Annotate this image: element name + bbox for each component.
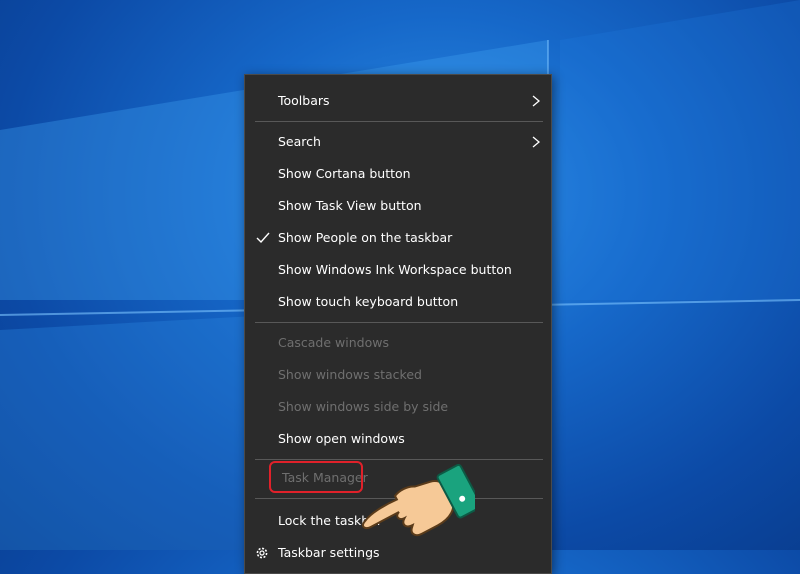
menu-separator — [255, 121, 543, 122]
menu-item-label: Show touch keyboard button — [278, 294, 459, 309]
menu-item-label: Show Windows Ink Workspace button — [278, 262, 512, 277]
menu-item-cascade-windows[interactable]: Cascade windows — [245, 327, 551, 359]
menu-item-show-cortana-button[interactable]: Show Cortana button — [245, 158, 551, 190]
menu-item-label: Cascade windows — [278, 335, 389, 350]
menu-item-label: Show Cortana button — [278, 166, 411, 181]
menu-item-show-touch-keyboard[interactable]: Show touch keyboard button — [245, 286, 551, 318]
menu-item-show-windows-stacked[interactable]: Show windows stacked — [245, 359, 551, 391]
highlight-box — [269, 461, 363, 493]
menu-item-label: Show Task View button — [278, 198, 422, 213]
menu-item-label: Search — [278, 134, 321, 149]
menu-item-toolbars[interactable]: Toolbars — [245, 85, 551, 117]
chevron-right-icon — [532, 95, 541, 107]
menu-item-show-people[interactable]: Show People on the taskbar — [245, 222, 551, 254]
pointing-hand-icon — [362, 463, 475, 537]
menu-item-show-windows-side-by-side[interactable]: Show windows side by side — [245, 391, 551, 423]
menu-item-label: Toolbars — [278, 93, 330, 108]
menu-item-label: Show windows side by side — [278, 399, 449, 414]
menu-item-show-windows-ink-workspace[interactable]: Show Windows Ink Workspace button — [245, 254, 551, 286]
checkmark-icon — [256, 232, 270, 244]
menu-item-show-open-windows[interactable]: Show open windows — [245, 423, 551, 455]
menu-item-show-task-view-button[interactable]: Show Task View button — [245, 190, 551, 222]
chevron-right-icon — [532, 136, 541, 148]
menu-item-label: Show People on the taskbar — [278, 230, 453, 245]
gear-icon — [256, 547, 268, 559]
menu-separator — [255, 322, 543, 323]
menu-item-search[interactable]: Search — [245, 126, 551, 158]
menu-item-label: Show windows stacked — [278, 367, 422, 382]
menu-item-label: Show open windows — [278, 431, 405, 446]
